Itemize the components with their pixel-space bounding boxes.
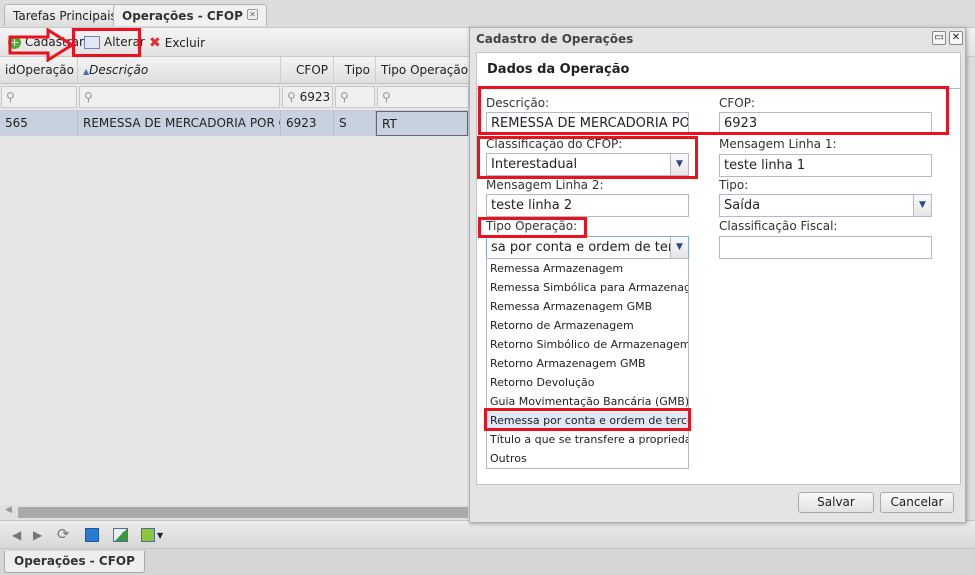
msg1-input[interactable]: teste linha 1 [719,154,932,177]
label-tipo: Tipo: [719,178,749,192]
cell-tipo: S [334,111,376,136]
dropdown-option[interactable]: Guia Movimentação Bancária (GMB) [487,393,688,412]
filter-tipo[interactable]: ⚲ [335,86,375,108]
salvar-button[interactable]: Salvar [798,492,874,513]
alterar-button[interactable]: Alterar [84,35,145,49]
cell-tipo-operacao: RT [376,111,468,136]
next-page-icon[interactable]: ▶ [33,528,42,542]
search-icon: ⚲ [382,90,391,104]
value: Saída [724,198,761,213]
search-icon: ⚲ [6,90,15,104]
paging-toolbar: ◀ ▶ ⟳ ▼ [0,520,975,548]
dropdown-option[interactable]: Retorno de Armazenagem [487,317,688,336]
col-descricao[interactable]: ▲Descrição [78,57,281,83]
horizontal-scrollbar[interactable]: ◀ [0,505,470,520]
tipo-operacao-dropdown: Remessa Armazenagem Remessa Simbólica par… [486,258,689,469]
close-tab-icon[interactable]: ✕ [246,9,258,20]
delete-icon: ✖ [149,35,161,51]
filter-tipo-operacao[interactable]: ⚲ [377,86,469,108]
chevron-down-icon[interactable]: ▼ [670,154,688,175]
label-classificacao-fiscal: Classificação Fiscal: [719,219,838,233]
arrow-annotation [8,28,74,62]
filter-id[interactable]: ⚲ [1,86,77,108]
tab-tarefas-principais[interactable]: Tarefas Principais [4,4,126,26]
dropdown-option[interactable]: Outros [487,450,688,469]
tipo-select[interactable]: Saída ▼ [719,194,932,217]
label-descricao: Descrição: [486,96,550,110]
col-cfop[interactable]: CFOP [281,57,334,83]
table-row[interactable]: 565 REMESSA DE MERCADORIA POR C... 6923 … [0,111,470,136]
excluir-button[interactable]: ✖ Excluir [149,35,205,51]
cell-descricao: REMESSA DE MERCADORIA POR C... [78,111,281,136]
edit-icon [84,35,100,49]
col-label: Descrição [89,63,149,77]
dropdown-option[interactable]: Remessa Simbólica para Armazenagem [487,279,688,298]
export-icon[interactable] [141,528,155,542]
dialog-title: Cadastro de Operações [476,32,634,46]
chart-icon[interactable] [113,528,128,542]
dropdown-option[interactable]: Remessa por conta e ordem de terceir... [487,412,688,431]
label-classificacao: Classificação do CFOP: [486,137,623,151]
bottom-tab-operacoes[interactable]: Operações - CFOP [4,551,145,573]
value: sa por conta e ordem de terceiros [491,240,688,255]
label: Excluir [164,36,206,50]
label-cfop: CFOP: [719,96,756,110]
label: Alterar [104,35,145,49]
cancelar-button[interactable]: Cancelar [880,492,954,513]
close-icon[interactable]: ✕ [949,31,963,45]
filter-descricao[interactable]: ⚲ [79,86,280,108]
col-tipo[interactable]: Tipo [334,57,376,83]
dropdown-option[interactable]: Retorno Devolução [487,374,688,393]
refresh-icon[interactable]: ⟳ [57,525,70,543]
search-icon: ⚲ [287,90,296,104]
search-icon: ⚲ [84,90,93,104]
bottom-tabbar: Operações - CFOP [0,548,975,575]
label-msg1: Mensagem Linha 1: [719,137,837,151]
filter-row: ⚲ ⚲ ⚲ 6923 ⚲ ⚲ [0,84,470,111]
dropdown-option[interactable]: Título a que se transfere a propriedade [487,431,688,450]
cfop-input[interactable]: 6923 [719,112,932,135]
dropdown-option[interactable]: Retorno Simbólico de Armazenagem [487,336,688,355]
dropdown-option[interactable]: Remessa Armazenagem GMB [487,298,688,317]
dropdown-option[interactable]: Retorno Armazenagem GMB [487,355,688,374]
descricao-input[interactable]: REMESSA DE MERCADORIA POR CONTA E ORDEM [486,112,689,135]
chevron-down-icon[interactable]: ▼ [913,195,931,216]
dropdown-option[interactable]: Remessa Armazenagem [487,260,688,279]
tab-operacoes-cfop[interactable]: Operações - CFOP ✕ [113,4,267,26]
label-msg2: Mensagem Linha 2: [486,178,604,192]
filter-value: 6923 [299,90,331,104]
scroll-left-icon[interactable]: ◀ [5,505,12,515]
dropdown-icon[interactable]: ▼ [157,531,163,540]
tab-label: Operações - CFOP [122,9,243,23]
filter-cfop[interactable]: ⚲ 6923 [282,86,333,108]
search-icon[interactable] [85,528,99,542]
tipo-operacao-select[interactable]: sa por conta e ordem de terceiros▼ [486,236,689,259]
cell-cfop: 6923 [281,111,334,136]
prev-page-icon[interactable]: ◀ [12,528,21,542]
chevron-down-icon[interactable]: ▼ [670,237,688,258]
maximize-icon[interactable]: ▭ [932,31,946,45]
cell-id: 565 [0,111,78,136]
classificacao-select[interactable]: Interestadual ▼ [486,153,689,176]
col-tipo-operacao[interactable]: Tipo Operação [376,57,470,83]
search-icon: ⚲ [340,90,349,104]
grid-body [0,136,470,505]
tab-label: Tarefas Principais [13,9,117,23]
section-title: Dados da Operação [487,62,630,77]
value: Interestadual [491,157,578,172]
label-tipo-operacao: Tipo Operação: [486,219,578,233]
classificacao-fiscal-input[interactable] [719,236,932,259]
msg2-input[interactable]: teste linha 2 [486,194,689,217]
